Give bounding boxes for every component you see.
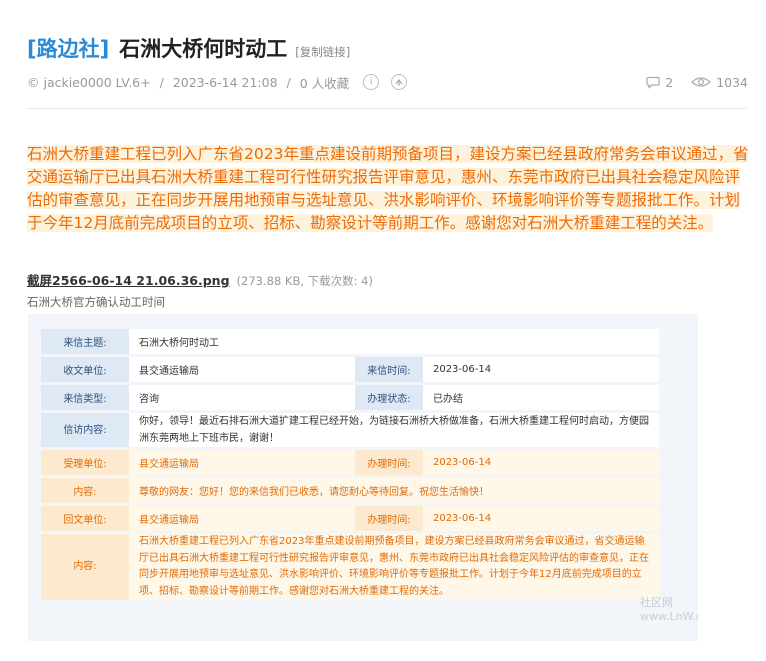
notice-text: 石洲大桥重建工程已列入广东省2023年重点建设前期预备项目，建设方案已经县政府常… [27, 145, 749, 232]
comment-icon [646, 76, 660, 89]
divider [27, 108, 748, 109]
handle-time-label: 办理时间: [354, 450, 423, 475]
type-label: 来信类型: [41, 385, 129, 410]
info-icon[interactable]: i [363, 74, 380, 90]
content-label: 信访内容: [41, 413, 129, 447]
letter-table: 来信主题: 石洲大桥何时动工 收文单位: 县交通运输局 来信时间: 2023-0… [41, 326, 659, 603]
handle-unit-value: 县交通运输局 [129, 450, 355, 475]
status-value: 已办结 [422, 385, 659, 410]
share-icon[interactable] [391, 74, 408, 90]
meta-stats: 2 1034 [628, 75, 748, 90]
post-body-notice: 石洲大桥重建工程已列入广东省2023年重点建设前期预备项目，建设方案已经县政府常… [27, 143, 749, 235]
meta-separator: / [286, 74, 291, 90]
reply-unit-value: 县交通运输局 [129, 506, 355, 531]
watermark: 社区网 www.LnW.com [640, 596, 698, 624]
reply-unit-label: 回文单位: [41, 506, 129, 531]
attachment: 截屏2566-06-14 21.06.36.png (273.88 KB, 下载… [27, 270, 373, 289]
status-label: 办理状态: [354, 385, 423, 410]
table-row: 受理单位: 县交通运输局 办理时间: 2023-06-14 [41, 450, 659, 475]
content-value: 你好，领导！最近石排石洲大道扩建工程已经开始，为链接石洲桥大桥做准备，石洲大桥重… [129, 413, 659, 447]
views-stat: 1034 [691, 75, 748, 90]
table-row: 内容: 石洲大桥重建工程已列入广东省2023年重点建设前期预备项目，建设方案已经… [41, 534, 659, 600]
post-date: 2023-6-14 21:08 [172, 74, 278, 90]
comment-stat[interactable]: 2 [646, 75, 673, 90]
view-count: 1034 [716, 74, 748, 90]
comment-count: 2 [665, 74, 674, 90]
attachment-info: (273.88 KB, 下载次数: 4) [236, 274, 373, 288]
watermark-line: www.LnW.com [640, 610, 698, 623]
table-row: 来信类型: 咨询 办理状态: 已办结 [41, 385, 659, 410]
favorites-count: 0 人收藏 [299, 75, 350, 91]
author-link[interactable]: © jackie0000 LV.6+ [27, 75, 151, 90]
reply-time-label: 办理时间: [354, 506, 423, 531]
attachment-image[interactable]: 来信主题: 石洲大桥何时动工 收文单位: 县交通运输局 来信时间: 2023-0… [28, 314, 698, 641]
handle-unit-label: 受理单位: [41, 450, 129, 475]
table-row: 来信主题: 石洲大桥何时动工 [41, 329, 659, 354]
thread-meta: © jackie0000 LV.6+ / 2023-6-14 21:08 / 0… [27, 72, 748, 92]
category-tag[interactable]: [路边社] [27, 33, 109, 63]
watermark-line: 社区网 [640, 596, 673, 609]
recv-time-label: 来信时间: [354, 357, 423, 382]
meta-separator: / [159, 74, 164, 90]
table-row: 收文单位: 县交通运输局 来信时间: 2023-06-14 [41, 357, 659, 382]
recv-time-value: 2023-06-14 [422, 357, 659, 382]
attachment-link[interactable]: 截屏2566-06-14 21.06.36.png [27, 273, 230, 288]
reply-time-value: 2023-06-14 [422, 506, 659, 531]
thread-title: 石洲大桥何时动工 [119, 37, 288, 61]
subject-label: 来信主题: [41, 329, 129, 354]
handle-time-value: 2023-06-14 [422, 450, 659, 475]
subject-value: 石洲大桥何时动工 [129, 329, 659, 354]
ack-value: 尊敬的网友：您好！您的来信我们已收悉，请您耐心等待回复。祝您生活愉快！ [129, 478, 659, 503]
reply-label: 内容: [41, 534, 129, 600]
recv-unit-label: 收文单位: [41, 357, 129, 382]
recv-unit-value: 县交通运输局 [129, 357, 355, 382]
thread-title-row: [路边社] 石洲大桥何时动工 [复制链接] [27, 33, 350, 63]
attachment-caption: 石洲大桥官方确认动工时间 [27, 295, 165, 309]
table-row: 回文单位: 县交通运输局 办理时间: 2023-06-14 [41, 506, 659, 531]
copy-link-button[interactable]: [复制链接] [295, 44, 350, 60]
ack-label: 内容: [41, 478, 129, 503]
type-value: 咨询 [129, 385, 355, 410]
table-row: 内容: 尊敬的网友：您好！您的来信我们已收悉，请您耐心等待回复。祝您生活愉快！ [41, 478, 659, 503]
reply-value: 石洲大桥重建工程已列入广东省2023年重点建设前期预备项目，建设方案已经县政府常… [129, 534, 659, 600]
table-row: 信访内容: 你好，领导！最近石排石洲大道扩建工程已经开始，为链接石洲桥大桥做准备… [41, 413, 659, 447]
eye-icon [691, 77, 712, 87]
